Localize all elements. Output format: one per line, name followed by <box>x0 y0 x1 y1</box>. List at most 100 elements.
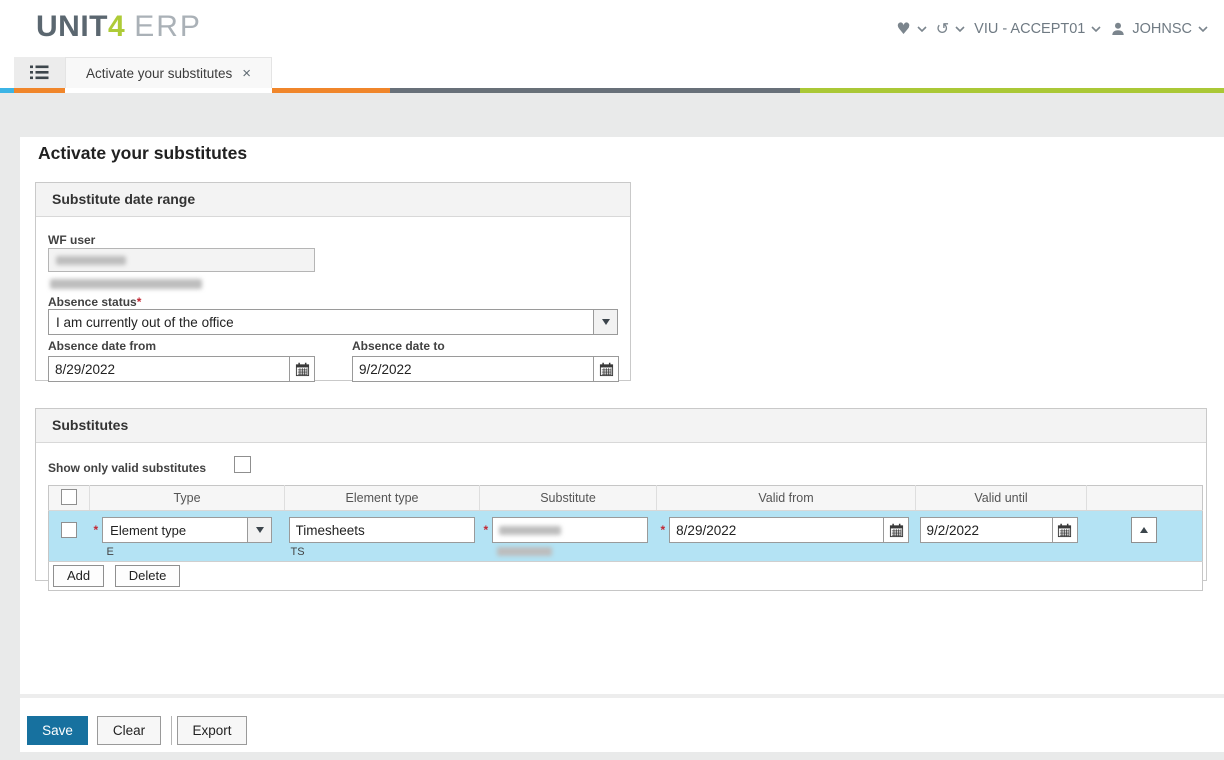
column-header-valid-until: Valid until <box>916 486 1087 511</box>
type-hint: E <box>90 545 285 558</box>
save-button[interactable]: Save <box>27 716 88 745</box>
row-checkbox[interactable] <box>61 522 77 538</box>
show-only-valid-substitutes-label: Show only valid substitutes <box>48 461 206 475</box>
absence-date-from-input[interactable] <box>48 356 290 382</box>
add-row-button[interactable]: Add <box>53 565 104 587</box>
table-buttons-row: Add Delete <box>49 562 1203 591</box>
close-icon[interactable]: × <box>242 66 251 81</box>
required-marker: * <box>137 295 142 309</box>
dropdown-button[interactable] <box>247 517 272 543</box>
stripe-orange-segment <box>272 88 390 93</box>
user-account-menu[interactable]: JOHNSC <box>1110 21 1208 37</box>
chevron-down-icon <box>917 26 927 32</box>
absence-status-select[interactable]: I am currently out of the office <box>48 309 618 335</box>
valid-from-input[interactable] <box>669 517 884 543</box>
list-menu-icon <box>30 65 49 80</box>
absence-date-to-label: Absence date to <box>352 339 619 353</box>
column-header-substitute: Substitute <box>480 486 657 511</box>
calendar-button[interactable] <box>883 517 909 543</box>
calendar-icon <box>295 362 310 377</box>
history-icon: ↺ <box>936 21 949 37</box>
absence-status-label: Absence status* <box>48 295 141 309</box>
clear-button[interactable]: Clear <box>97 716 161 745</box>
type-select[interactable]: Element type <box>102 517 272 543</box>
calendar-button[interactable] <box>593 356 619 382</box>
wf-user-field[interactable] <box>48 248 315 272</box>
panel-title: Substitute date range <box>36 183 630 217</box>
substitute-input[interactable] <box>492 517 648 543</box>
dropdown-button[interactable] <box>593 309 618 335</box>
environment-selector[interactable]: VIU - ACCEPT01 <box>974 21 1101 37</box>
chevron-down-icon <box>602 319 610 325</box>
column-header-element-type: Element type <box>285 486 480 511</box>
chevron-down-icon <box>1091 26 1101 32</box>
logo-four-text: 4 <box>108 10 125 43</box>
button-group-divider <box>171 716 172 745</box>
redacted-hint <box>497 547 552 556</box>
substitute-hint <box>480 545 657 558</box>
environment-label: VIU - ACCEPT01 <box>974 21 1085 37</box>
substitutes-panel: Substitutes Show only valid substitutes … <box>35 408 1207 581</box>
required-marker: * <box>484 523 489 537</box>
show-only-valid-substitutes-checkbox[interactable] <box>234 456 251 473</box>
chevron-up-icon <box>1140 527 1148 533</box>
calendar-button[interactable] <box>1052 517 1078 543</box>
valid-until-input[interactable] <box>920 517 1053 543</box>
brand-color-stripe <box>0 88 1224 93</box>
tab-bar: Activate your substitutes × <box>0 57 1224 88</box>
person-icon <box>1110 21 1126 37</box>
content-canvas: Activate your substitutes Substitute dat… <box>20 137 1224 752</box>
panel-title: Substitutes <box>36 409 1206 443</box>
stripe-cyan-segment <box>0 88 14 93</box>
logo-erp-text: ERP <box>134 10 202 43</box>
page-title: Activate your substitutes <box>38 143 247 164</box>
calendar-icon <box>599 362 614 377</box>
type-value: Element type <box>102 517 248 543</box>
recent-items-menu[interactable]: ↺ <box>936 21 965 37</box>
redacted-user-description <box>50 279 202 289</box>
wf-user-label: WF user <box>48 233 95 247</box>
chevron-down-icon <box>1198 26 1208 32</box>
required-marker: * <box>661 523 666 537</box>
stripe-orange-segment <box>14 88 65 93</box>
element-type-hint: TS <box>285 545 480 558</box>
absence-date-from-label: Absence date from <box>48 339 315 353</box>
unit4-erp-logo: UNIT4 ERP <box>36 10 202 44</box>
absence-status-value: I am currently out of the office <box>48 309 594 335</box>
tab-label: Activate your substitutes <box>86 66 232 81</box>
favorites-menu[interactable]: ♥ <box>896 21 926 37</box>
footer-divider-line <box>20 694 1224 698</box>
tab-activate-your-substitutes[interactable]: Activate your substitutes × <box>65 57 272 88</box>
column-header-valid-from: Valid from <box>657 486 916 511</box>
chevron-down-icon <box>256 527 264 533</box>
select-all-checkbox[interactable] <box>61 489 77 505</box>
substitute-date-range-panel: Substitute date range WF user Absence st… <box>35 182 631 381</box>
absence-date-from-group: Absence date from <box>48 339 315 382</box>
substitutes-table: Type Element type Substitute Valid from … <box>48 485 1203 591</box>
username-label: JOHNSC <box>1132 21 1192 37</box>
stripe-slate-segment <box>390 88 800 93</box>
absence-date-to-input[interactable] <box>352 356 594 382</box>
heart-icon: ♥ <box>896 21 910 37</box>
user-toolbar: ♥ ↺ VIU - ACCEPT01 JOHNSC <box>896 0 1208 57</box>
redacted-value <box>56 256 126 265</box>
delete-row-button[interactable]: Delete <box>115 565 181 587</box>
stripe-green-segment <box>800 88 1224 93</box>
export-button[interactable]: Export <box>177 716 247 745</box>
column-header-actions <box>1087 486 1203 511</box>
calendar-icon <box>889 523 904 538</box>
table-row: * Element type E TS <box>49 511 1203 562</box>
move-row-up-button[interactable] <box>1131 517 1157 543</box>
required-marker: * <box>94 523 99 537</box>
calendar-icon <box>1057 523 1072 538</box>
element-type-input[interactable] <box>289 517 475 543</box>
chevron-down-icon <box>955 26 965 32</box>
absence-date-to-group: Absence date to <box>352 339 619 382</box>
menu-tab-button[interactable] <box>14 57 65 88</box>
calendar-button[interactable] <box>289 356 315 382</box>
redacted-value <box>499 526 561 535</box>
logo-unit-text: UNIT <box>36 10 108 43</box>
top-header-bar: UNIT4 ERP ♥ ↺ VIU - ACCEPT01 JOHNSC <box>0 0 1224 57</box>
table-header-row: Type Element type Substitute Valid from … <box>49 486 1203 511</box>
column-header-type: Type <box>90 486 285 511</box>
